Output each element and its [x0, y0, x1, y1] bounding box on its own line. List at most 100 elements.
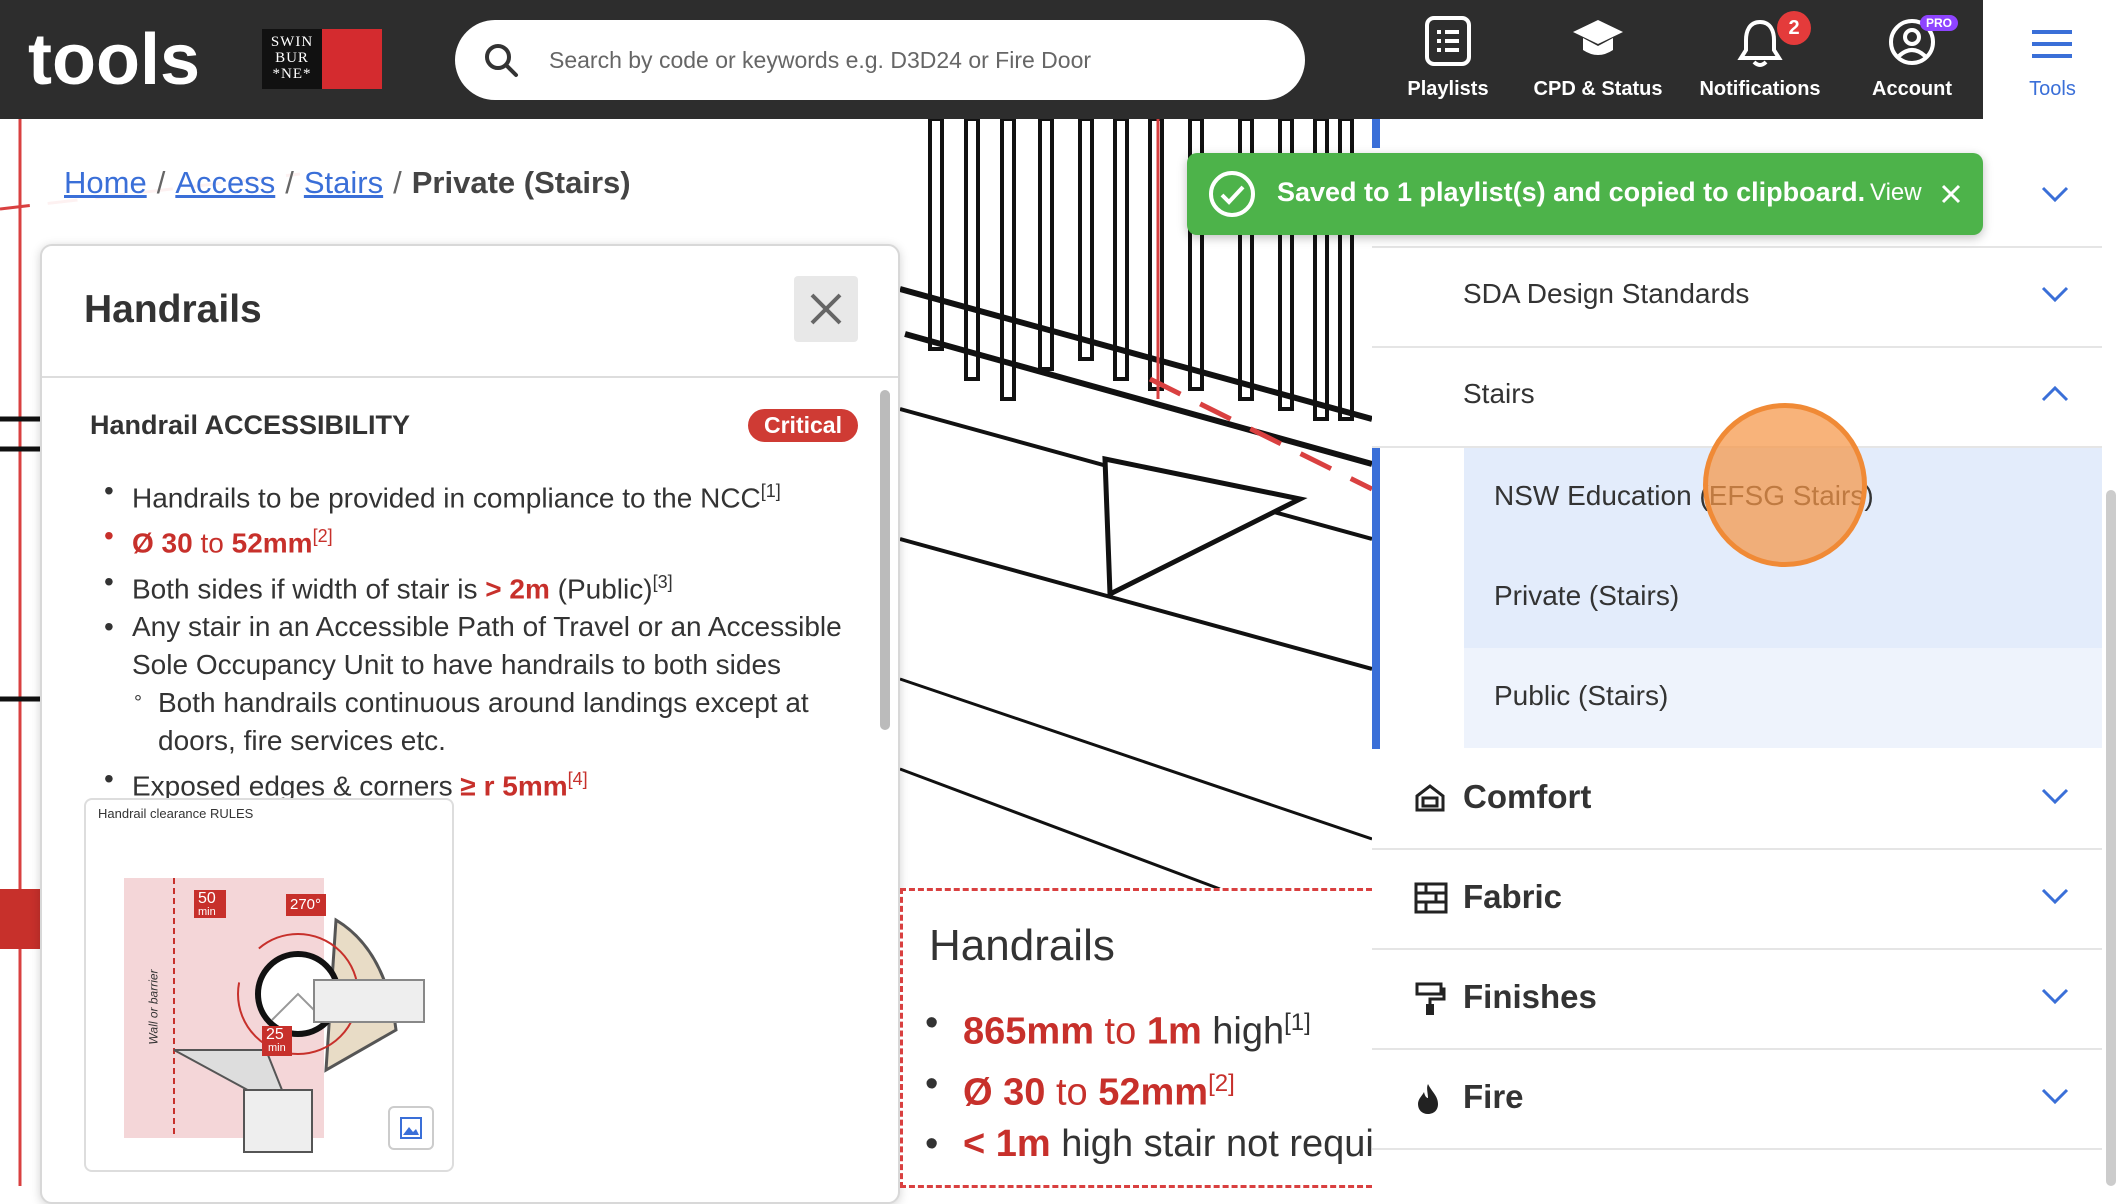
requirements-list: Handrails to be provided in compliance t…: [102, 472, 862, 805]
expand-image-button[interactable]: [388, 1106, 434, 1150]
breadcrumb-access[interactable]: Access: [175, 165, 275, 201]
detail-header: Handrails: [42, 246, 898, 378]
cpd-status-button[interactable]: CPD & Status: [1528, 0, 1668, 119]
tools-menu-button[interactable]: Tools: [1983, 0, 2122, 119]
close-icon[interactable]: [1939, 182, 1963, 206]
sidebar-item-sda-design-standards[interactable]: SDA Design Standards: [1372, 248, 2102, 348]
playlists-button[interactable]: Playlists: [1390, 0, 1506, 119]
comfort-icon: [1415, 784, 1445, 812]
hamburger-icon: [2032, 30, 2072, 58]
partner-line-2: BUR: [275, 50, 309, 66]
partner-line-1: SWIN: [270, 34, 314, 50]
sidebar-category-label: Comfort: [1463, 778, 1592, 815]
svg-text:tools: tools: [28, 22, 200, 96]
sidebar-category-fire[interactable]: Fire: [1372, 1050, 2102, 1150]
list-item: Ø 30 to 52mm[2]: [102, 517, 862, 562]
list-item: Ø 30 to 52mm[2]: [923, 1058, 1408, 1119]
playlist-icon: [1425, 16, 1471, 66]
angle-270-label: 270°: [290, 896, 322, 913]
notifications-label: Notifications: [1699, 78, 1821, 100]
sidebar-item-label: Stairs: [1463, 378, 1535, 409]
sidebar-subitem-label: Private (Stairs): [1494, 580, 1680, 611]
graduation-cap-icon: [1573, 20, 1623, 55]
reference-link[interactable]: [2]: [1208, 1070, 1235, 1097]
callout-list: 865mm to 1m high[1] Ø 30 to 52mm[2] < 1m…: [923, 997, 1408, 1170]
critical-badge: Critical: [748, 409, 858, 442]
callout-value: 1m: [1146, 1010, 1202, 1053]
callout-text: high: [1212, 1010, 1285, 1053]
req-text: Exposed edges & corners: [132, 770, 453, 802]
check-circle-icon: [1209, 171, 1255, 217]
breadcrumb-separator: /: [393, 165, 402, 200]
tools-logo[interactable]: tools: [28, 22, 228, 96]
close-detail-button[interactable]: [794, 276, 858, 342]
list-item: Both sides if width of stair is > 2m (Pu…: [102, 563, 862, 608]
reference-link[interactable]: [1]: [1284, 1009, 1311, 1036]
reference-link[interactable]: [1]: [761, 481, 781, 501]
req-text: Handrails to be provided in compliance t…: [132, 482, 761, 514]
handrails-callout: Handrails 865mm to 1m high[1] Ø 30 to 52…: [900, 888, 1408, 1188]
brick-wall-icon: [1414, 882, 1448, 914]
handrail-clearance-image[interactable]: Handrail clearance RULES 50 min 270° 25 …: [84, 798, 454, 1172]
sidebar-subitem-label: Public (Stairs): [1494, 680, 1669, 711]
swinburne-mark: SWIN BUR *NE*: [262, 29, 322, 89]
fire-icon: [1418, 1084, 1438, 1114]
chevron-down-icon: [2041, 988, 2069, 1005]
callout-text: high stair not require: [1061, 1123, 1408, 1166]
handrails-detail-panel: Handrails Handrail ACCESSIBILITY Critica…: [40, 244, 900, 1204]
tools-label: Tools: [2029, 78, 2076, 100]
image-icon: [400, 1117, 422, 1139]
swinburne-red-panel: [322, 29, 382, 89]
paint-roller-icon: [1415, 982, 1446, 1015]
reference-link[interactable]: [3]: [653, 572, 673, 592]
req-value: > 2m: [485, 572, 550, 604]
account-button[interactable]: PRO Account: [1862, 0, 1962, 119]
req-value: 52mm: [231, 527, 313, 559]
pro-badge: PRO: [1920, 15, 1959, 31]
detail-scrollbar[interactable]: [880, 390, 890, 730]
callout-value: 52mm: [1098, 1071, 1209, 1114]
sidebar-category-comfort[interactable]: Comfort: [1372, 750, 2102, 850]
list-item: Any stair in an Accessible Path of Trave…: [102, 608, 862, 684]
list-item: Both handrails continuous around landing…: [102, 684, 862, 760]
callout-value: < 1m: [963, 1123, 1051, 1166]
detail-title: Handrails: [84, 288, 262, 331]
sidebar-category-fabric[interactable]: Fabric: [1372, 850, 2102, 950]
breadcrumb-separator: /: [156, 165, 166, 200]
notifications-count-badge: 2: [1777, 11, 1811, 45]
sidebar-category-finishes[interactable]: Finishes: [1372, 950, 2102, 1050]
search-input[interactable]: [547, 38, 1267, 82]
callout-value: Ø 30: [963, 1071, 1046, 1114]
callout-text: to: [1055, 1071, 1088, 1114]
sidebar-subitem-public-stairs[interactable]: Public (Stairs): [1464, 648, 2102, 748]
sidebar-category-label: Fire: [1463, 1078, 1524, 1115]
breadcrumb-current: Private (Stairs): [411, 165, 631, 200]
req-text: Both handrails continuous around landing…: [158, 686, 809, 756]
toast-view-link[interactable]: View: [1870, 179, 1922, 207]
breadcrumb-stairs[interactable]: Stairs: [304, 165, 383, 201]
section-title: Handrail ACCESSIBILITY: [90, 410, 411, 440]
reference-link[interactable]: [2]: [313, 526, 333, 546]
wall-barrier-label: Wall or barrier: [146, 969, 161, 1045]
search-icon: [485, 44, 518, 77]
clearance-min-label: min: [268, 1042, 286, 1054]
callout-title: Handrails: [929, 921, 1115, 970]
clearance-min-label: min: [198, 906, 216, 918]
sidebar-category-label: Fabric: [1463, 878, 1563, 915]
search-bar[interactable]: [455, 20, 1305, 100]
swinburne-logo[interactable]: SWIN BUR *NE*: [262, 29, 382, 89]
playlists-label: Playlists: [1407, 78, 1489, 100]
chevron-down-icon: [2041, 888, 2069, 905]
partner-line-3: *NE*: [272, 66, 312, 82]
sidebar-scrollbar[interactable]: [2106, 490, 2116, 1186]
list-item: 865mm to 1m high[1]: [923, 997, 1408, 1058]
breadcrumb-home[interactable]: Home: [64, 165, 147, 201]
list-item: < 1m high stair not require: [923, 1118, 1408, 1170]
chevron-down-icon: [2041, 1088, 2069, 1105]
breadcrumb: Home / Access / Stairs / Private (Stairs…: [34, 152, 661, 214]
reference-link[interactable]: [4]: [568, 769, 588, 789]
req-text: Both sides if width of stair is: [132, 572, 478, 604]
notifications-button[interactable]: 2 Notifications: [1685, 0, 1835, 119]
chevron-up-icon: [2041, 385, 2069, 402]
callout-value: 865mm: [963, 1010, 1094, 1053]
